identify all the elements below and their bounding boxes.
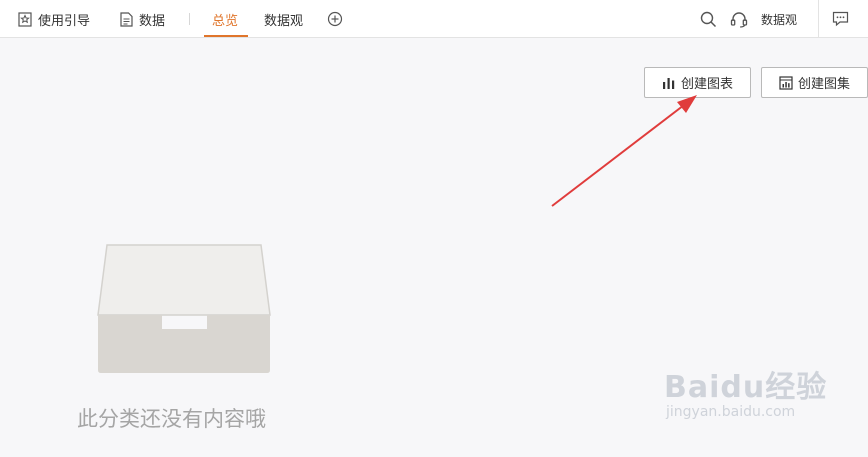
nav-data-label: 数据 [139,13,166,29]
create-chartset-button[interactable]: 创建图集 [761,67,868,98]
create-chartset-label: 创建图集 [797,77,850,92]
user-name: 数据观 [761,12,798,27]
header-divider [818,0,819,38]
tab-dataview[interactable]: 数据观 [264,0,303,38]
star-bookmark-icon [18,11,32,27]
empty-state-message: 此分类还没有内容哦 [77,407,266,431]
tab-dataview-label: 数据观 [264,13,304,29]
watermark-url: jingyan.baidu.com [666,404,796,420]
search-icon [700,11,717,27]
top-bar: 使用引导 数据 总览 数据观 数据观 [0,0,868,38]
watermark: Baidu经验 jingyan.baidu.com [664,362,827,420]
empty-box-icon [97,244,271,373]
headset-icon [730,11,748,28]
active-tab-indicator [204,35,248,37]
user-menu[interactable]: 数据观 [761,0,797,38]
nav-separator [189,13,190,25]
feedback-button[interactable] [832,0,855,38]
create-chart-button[interactable]: 创建图表 [644,67,751,98]
tab-overview-label: 总览 [212,13,239,29]
nav-guide[interactable]: 使用引导 [18,0,90,38]
plus-circle-icon [327,11,343,27]
document-icon [120,11,133,27]
tab-overview[interactable]: 总览 [212,0,238,38]
add-tab-button[interactable] [327,0,349,38]
nav-guide-label: 使用引导 [38,13,91,29]
nav-data[interactable]: 数据 [120,0,165,38]
chat-bubble-icon [832,11,849,27]
watermark-logo: Baidu经验 [664,370,828,405]
search-button[interactable] [700,0,723,38]
bar-chart-icon [662,77,675,89]
support-button[interactable] [730,0,754,38]
chart-set-icon [779,75,793,90]
create-chart-label: 创建图表 [680,77,733,92]
